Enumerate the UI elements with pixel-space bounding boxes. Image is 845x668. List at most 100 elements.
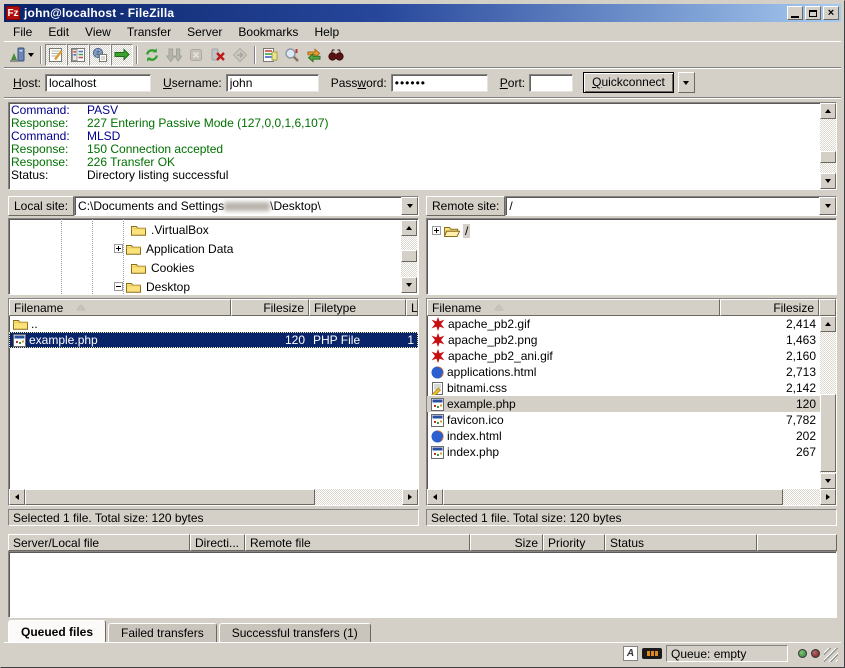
title-bar[interactable]: Fz john@localhost - FileZilla ×: [4, 4, 841, 22]
local-site-dropdown-button[interactable]: [401, 197, 418, 215]
process-queue-button[interactable]: [163, 44, 185, 66]
cancel-operation-button[interactable]: [185, 44, 207, 66]
column-header-remote-file[interactable]: Remote file: [245, 534, 470, 551]
file-row[interactable]: favicon.ico 7,782: [427, 412, 820, 428]
tree-expander-plus[interactable]: [432, 226, 441, 235]
remote-site-path[interactable]: /: [506, 197, 819, 215]
column-header-filesize[interactable]: Filesize: [720, 299, 819, 316]
toggle-remote-tree-button[interactable]: [89, 44, 111, 66]
refresh-button[interactable]: [141, 44, 163, 66]
tab-queued-files[interactable]: Queued files: [8, 620, 106, 642]
file-row-example-php[interactable]: example.php 120 PHP File 1: [9, 332, 418, 348]
file-row[interactable]: apache_pb2.gif 2,414: [427, 316, 820, 332]
scroll-down-button[interactable]: [820, 173, 836, 189]
local-directory-tree[interactable]: .VirtualBox Application Data Cookies: [8, 218, 419, 295]
tree-item-root[interactable]: /: [429, 221, 834, 240]
scrollbar-thumb[interactable]: [820, 394, 836, 472]
column-header-lastmodified[interactable]: L: [406, 299, 418, 316]
disconnect-button[interactable]: [207, 44, 229, 66]
directory-listing-filters-button[interactable]: [259, 44, 281, 66]
toggle-message-log-button[interactable]: [45, 44, 67, 66]
remote-horizontal-scrollbar[interactable]: [427, 489, 836, 505]
synchronized-browsing-button[interactable]: [303, 44, 325, 66]
scroll-down-button[interactable]: [401, 277, 417, 293]
scroll-up-button[interactable]: [820, 316, 836, 332]
file-row[interactable]: apache_pb2.png 1,463: [427, 332, 820, 348]
tree-expander-plus[interactable]: [114, 244, 123, 253]
column-header-priority[interactable]: Priority: [543, 534, 605, 551]
remote-directory-tree[interactable]: /: [426, 218, 837, 295]
menu-help[interactable]: Help: [306, 23, 347, 41]
menu-transfer[interactable]: Transfer: [119, 23, 179, 41]
directory-comparison-button[interactable]: [281, 44, 303, 66]
local-tree-scrollbar[interactable]: [401, 220, 417, 293]
remote-list-body[interactable]: apache_pb2.gif 2,414 apache_pb2.png 1,46…: [427, 316, 836, 489]
menu-bookmarks[interactable]: Bookmarks: [230, 23, 306, 41]
toggle-local-tree-button[interactable]: [67, 44, 89, 66]
port-input[interactable]: [529, 74, 573, 92]
toggle-transfer-queue-button[interactable]: [111, 44, 133, 66]
datatype-ascii-icon[interactable]: A: [623, 646, 638, 661]
local-site-combo[interactable]: C:\Documents and Settings\Desktop\: [74, 196, 419, 216]
tab-successful-transfers[interactable]: Successful transfers (1): [219, 623, 371, 642]
remote-site-combo[interactable]: /: [505, 196, 837, 216]
message-log[interactable]: Command:PASV Response:227 Entering Passi…: [8, 102, 837, 190]
file-row[interactable]: index.html 202: [427, 428, 820, 444]
scroll-left-button[interactable]: [9, 489, 25, 505]
tree-item-virtualbox[interactable]: .VirtualBox: [10, 220, 400, 239]
menu-edit[interactable]: Edit: [40, 23, 77, 41]
local-horizontal-scrollbar[interactable]: [9, 489, 418, 505]
local-list-body[interactable]: .. example.php 120 PHP File 1: [9, 316, 418, 489]
speed-limit-icon[interactable]: [642, 648, 662, 659]
file-row[interactable]: applications.html 2,713: [427, 364, 820, 380]
reconnect-button[interactable]: [229, 44, 251, 66]
scrollbar-thumb[interactable]: [401, 250, 417, 262]
tree-item-desktop[interactable]: Desktop: [10, 277, 400, 295]
quickconnect-dropdown-button[interactable]: [678, 72, 695, 93]
scroll-up-button[interactable]: [820, 103, 836, 119]
quickconnect-button[interactable]: Quickconnect: [583, 72, 674, 93]
scrollbar-thumb[interactable]: [443, 489, 783, 505]
file-row[interactable]: apache_pb2_ani.gif 2,160: [427, 348, 820, 364]
local-site-path[interactable]: C:\Documents and Settings\Desktop\: [75, 197, 401, 215]
column-header-server-local-file[interactable]: Server/Local file: [8, 534, 190, 551]
scroll-left-button[interactable]: [427, 489, 443, 505]
username-input[interactable]: [226, 74, 319, 92]
maximize-button[interactable]: [805, 6, 821, 20]
minimize-button[interactable]: [787, 6, 803, 20]
queue-list-body[interactable]: [8, 551, 837, 618]
column-header-filename[interactable]: Filename: [9, 299, 231, 316]
password-input[interactable]: [391, 74, 488, 92]
find-files-button[interactable]: [325, 44, 347, 66]
scroll-up-button[interactable]: [401, 220, 417, 236]
column-header-status[interactable]: Status: [605, 534, 757, 551]
column-header-direction[interactable]: Directi...: [190, 534, 245, 551]
column-header-size[interactable]: Size: [470, 534, 543, 551]
scroll-down-button[interactable]: [820, 473, 836, 489]
scrollbar-thumb[interactable]: [25, 489, 315, 505]
close-button[interactable]: ×: [823, 6, 839, 20]
window-resize-grip[interactable]: [824, 648, 838, 662]
filezilla-app-icon[interactable]: Fz: [6, 6, 20, 20]
file-row[interactable]: bitnami.css 2,142: [427, 380, 820, 396]
menu-file[interactable]: File: [5, 23, 40, 41]
scroll-right-button[interactable]: [820, 489, 836, 505]
scrollbar-thumb[interactable]: [820, 151, 836, 163]
host-input[interactable]: [45, 74, 151, 92]
log-vertical-scrollbar[interactable]: [820, 103, 836, 189]
remote-vertical-scrollbar[interactable]: [820, 316, 836, 489]
file-row[interactable]: index.php 267: [427, 444, 820, 460]
file-row-selected[interactable]: example.php 120: [427, 396, 820, 412]
remote-site-dropdown-button[interactable]: [819, 197, 836, 215]
menu-server[interactable]: Server: [179, 23, 230, 41]
site-manager-button[interactable]: [5, 44, 37, 66]
column-header-filesize[interactable]: Filesize: [231, 299, 309, 316]
tab-failed-transfers[interactable]: Failed transfers: [108, 623, 217, 642]
scroll-right-button[interactable]: [402, 489, 418, 505]
column-header-filetype[interactable]: Filetype: [309, 299, 406, 316]
column-header-filename[interactable]: Filename: [427, 299, 720, 316]
menu-view[interactable]: View: [77, 23, 119, 41]
file-row-parent-dir[interactable]: ..: [9, 316, 418, 332]
tree-item-cookies[interactable]: Cookies: [10, 258, 400, 277]
tree-item-application-data[interactable]: Application Data: [10, 239, 400, 258]
